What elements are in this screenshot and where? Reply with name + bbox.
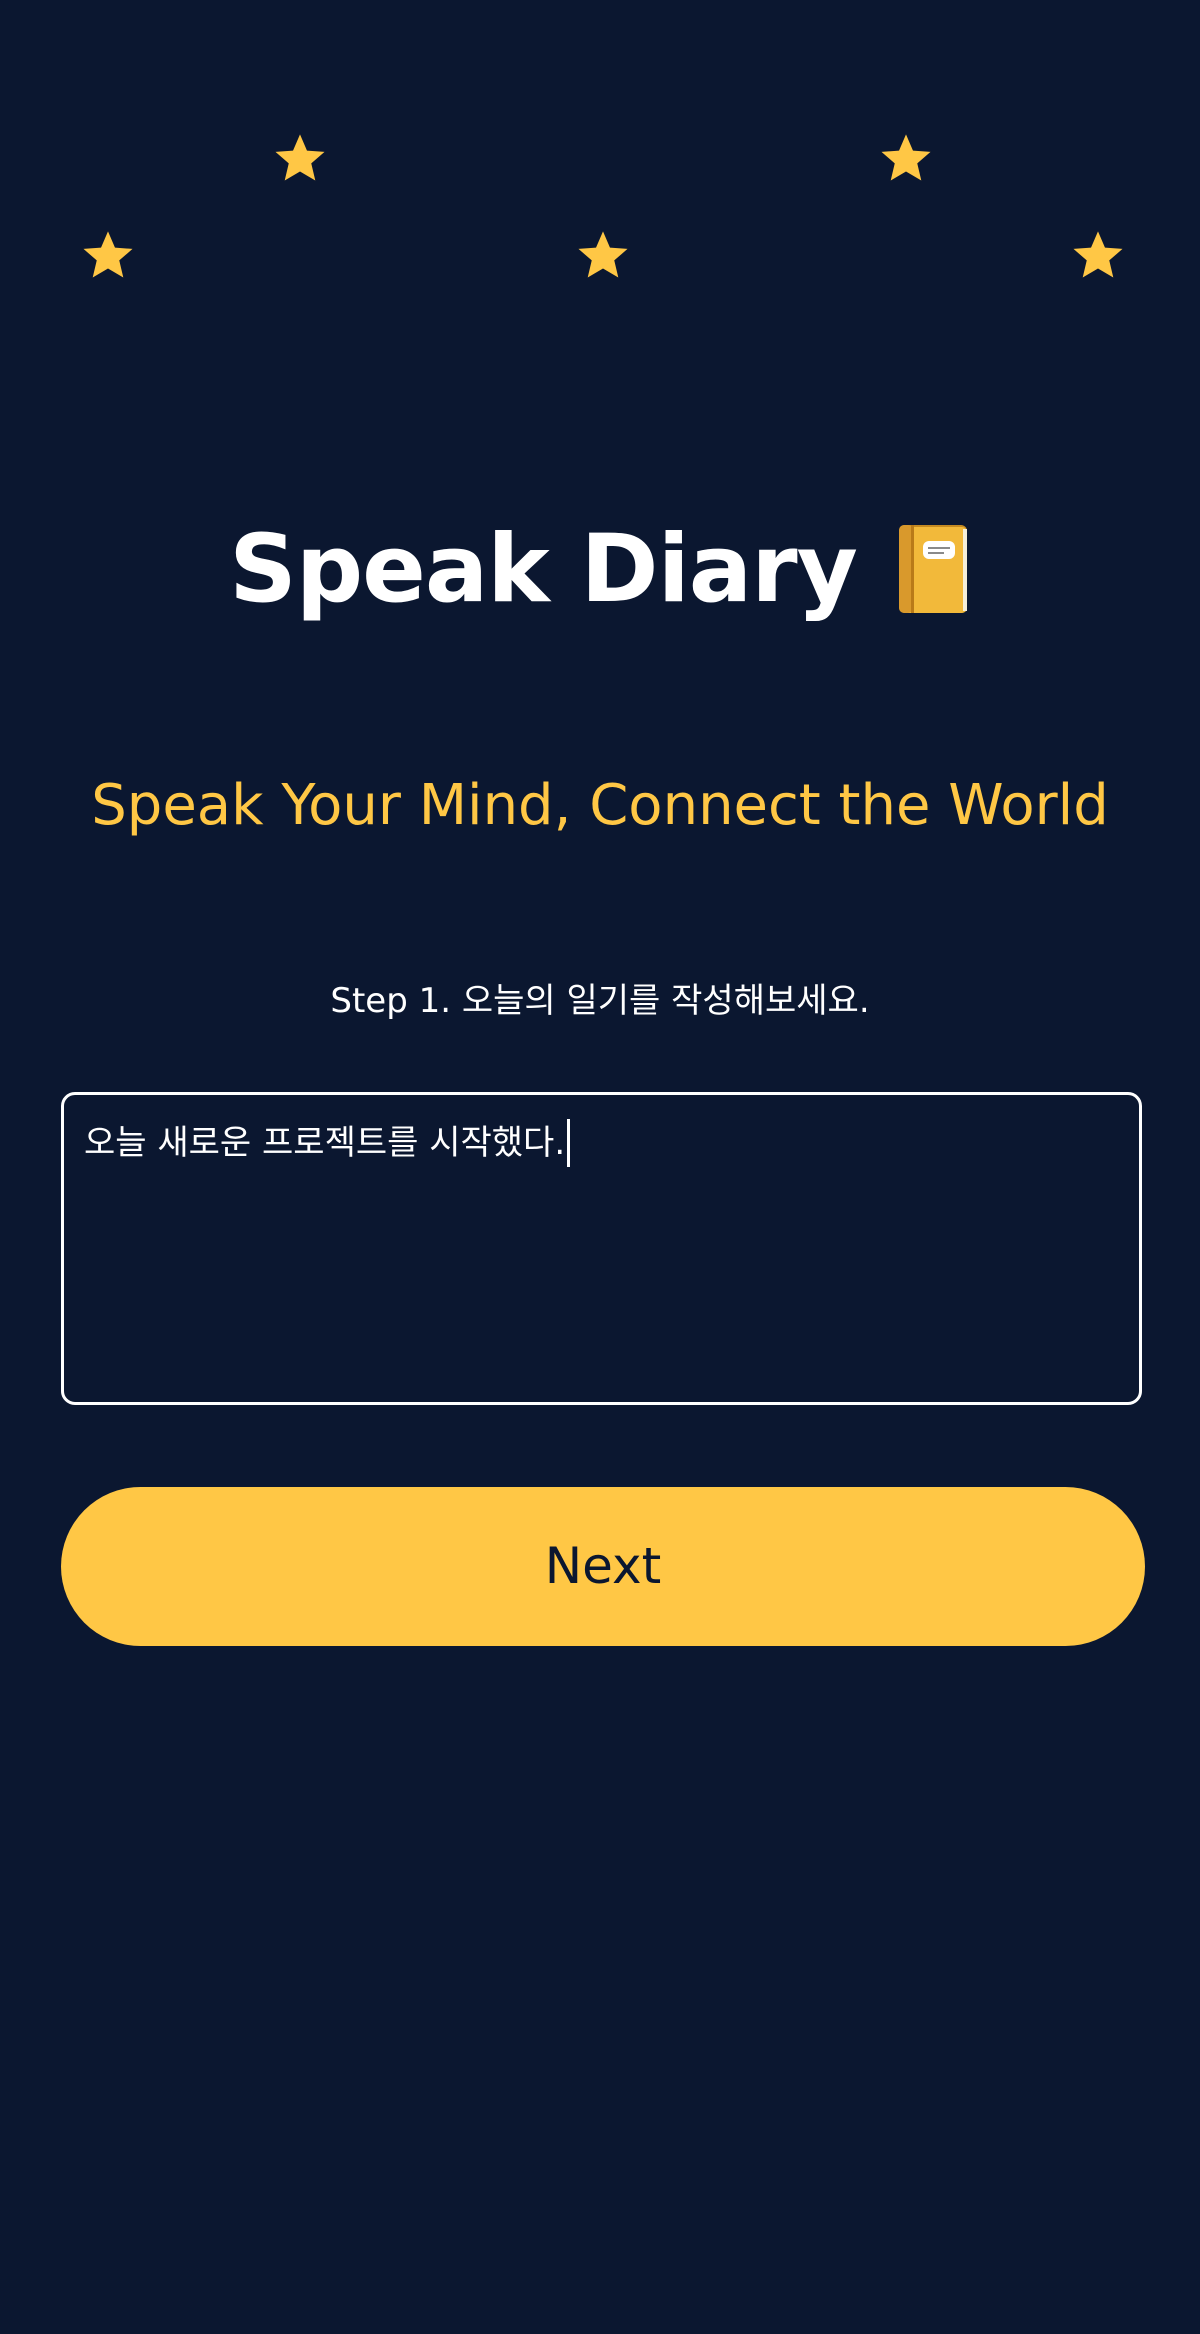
diary-input-text: 오늘 새로운 프로젝트를 시작했다. [84,1123,566,1163]
notebook-icon [893,521,971,619]
star-icon [81,228,135,282]
app-title: Speak Diary [229,515,858,624]
step-label: Step 1. 오늘의 일기를 작성해보세요. [330,981,870,1021]
star-icon [1071,228,1125,282]
diary-input[interactable]: 오늘 새로운 프로젝트를 시작했다. [61,1092,1142,1405]
star-icon [576,228,630,282]
app-header: Speak Diary [0,505,1200,635]
star-icon [273,131,327,185]
next-button[interactable]: Next [61,1487,1145,1646]
tagline: Speak Your Mind, Connect the World [91,773,1109,838]
text-cursor [567,1119,571,1167]
star-icon [879,131,933,185]
